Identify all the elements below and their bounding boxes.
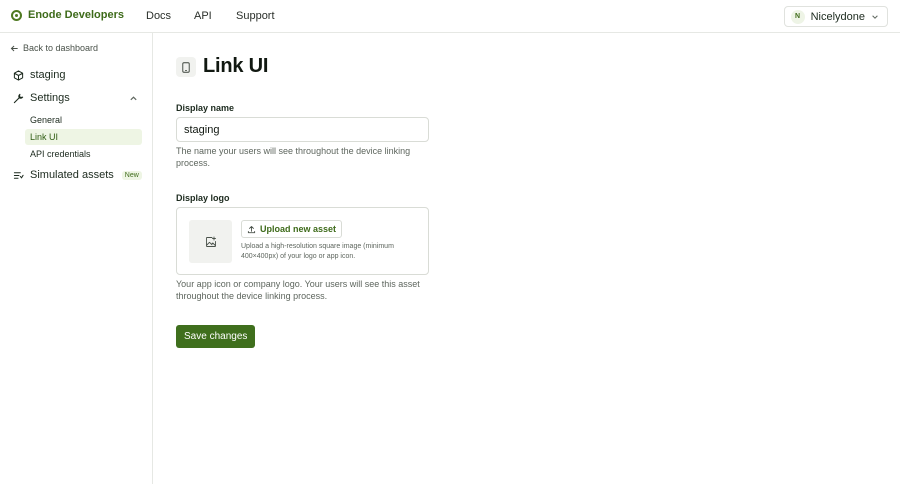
- enode-logo-icon: [11, 9, 22, 21]
- upload-new-asset-button[interactable]: Upload new asset: [241, 220, 343, 238]
- cube-icon: [13, 69, 24, 81]
- nav-api-link[interactable]: API: [194, 10, 212, 22]
- save-changes-button[interactable]: Save changes: [176, 325, 256, 348]
- sidebar: Back to dashboard staging Settings Gener…: [0, 33, 153, 484]
- image-placeholder-icon: [205, 236, 216, 247]
- avatar: N: [790, 9, 805, 24]
- wrench-icon: [13, 93, 24, 103]
- arrow-left-icon: [10, 45, 18, 51]
- list-icon: [13, 171, 24, 179]
- sidebar-item-settings[interactable]: Settings: [13, 92, 70, 104]
- page-icon: [176, 57, 196, 77]
- back-to-dashboard-link[interactable]: Back to dashboard: [10, 43, 98, 53]
- phone-icon: [182, 61, 190, 73]
- sidebar-item-label: Simulated assets: [30, 169, 114, 181]
- display-logo-help: Your app icon or company logo. Your user…: [176, 279, 420, 301]
- chevron-down-icon: [872, 14, 878, 19]
- sidebar-item-label: staging: [30, 69, 66, 81]
- sidebar-item-staging[interactable]: staging: [13, 69, 65, 81]
- nav-support-link[interactable]: Support: [236, 10, 275, 22]
- user-menu-button[interactable]: N Nicelydone: [783, 6, 888, 27]
- sidebar-subitem-general[interactable]: General: [25, 112, 142, 128]
- sidebar-item-simulated-assets[interactable]: Simulated assets New: [13, 169, 142, 181]
- user-name: Nicelydone: [810, 10, 865, 23]
- top-bar: Enode Developers Docs API Support N Nice…: [0, 0, 900, 33]
- upload-icon: [247, 225, 256, 233]
- upload-button-label: Upload new asset: [260, 224, 337, 234]
- brand-link[interactable]: Enode Developers: [11, 9, 124, 21]
- display-name-input[interactable]: [176, 117, 429, 142]
- display-name-help: The name your users will see throughout …: [176, 146, 411, 168]
- display-logo-label: Display logo: [176, 193, 230, 203]
- sidebar-item-label: Settings: [30, 92, 70, 104]
- page-title: Link UI: [203, 55, 269, 77]
- chevron-up-icon[interactable]: [129, 94, 138, 103]
- display-name-label: Display name: [176, 103, 235, 113]
- upload-hint: Upload a high-resolution square image (m…: [241, 243, 394, 260]
- nav-docs-link[interactable]: Docs: [146, 10, 171, 22]
- logo-upload-box: Upload new asset Upload a high-resolutio…: [176, 207, 429, 275]
- logo-preview: [189, 220, 232, 263]
- back-link-label: Back to dashboard: [23, 43, 99, 53]
- sidebar-subitem-api-credentials[interactable]: API credentials: [25, 146, 142, 162]
- brand-name: Enode Developers: [28, 9, 124, 21]
- sidebar-subitem-link-ui[interactable]: Link UI: [25, 129, 142, 145]
- new-badge: New: [121, 170, 142, 180]
